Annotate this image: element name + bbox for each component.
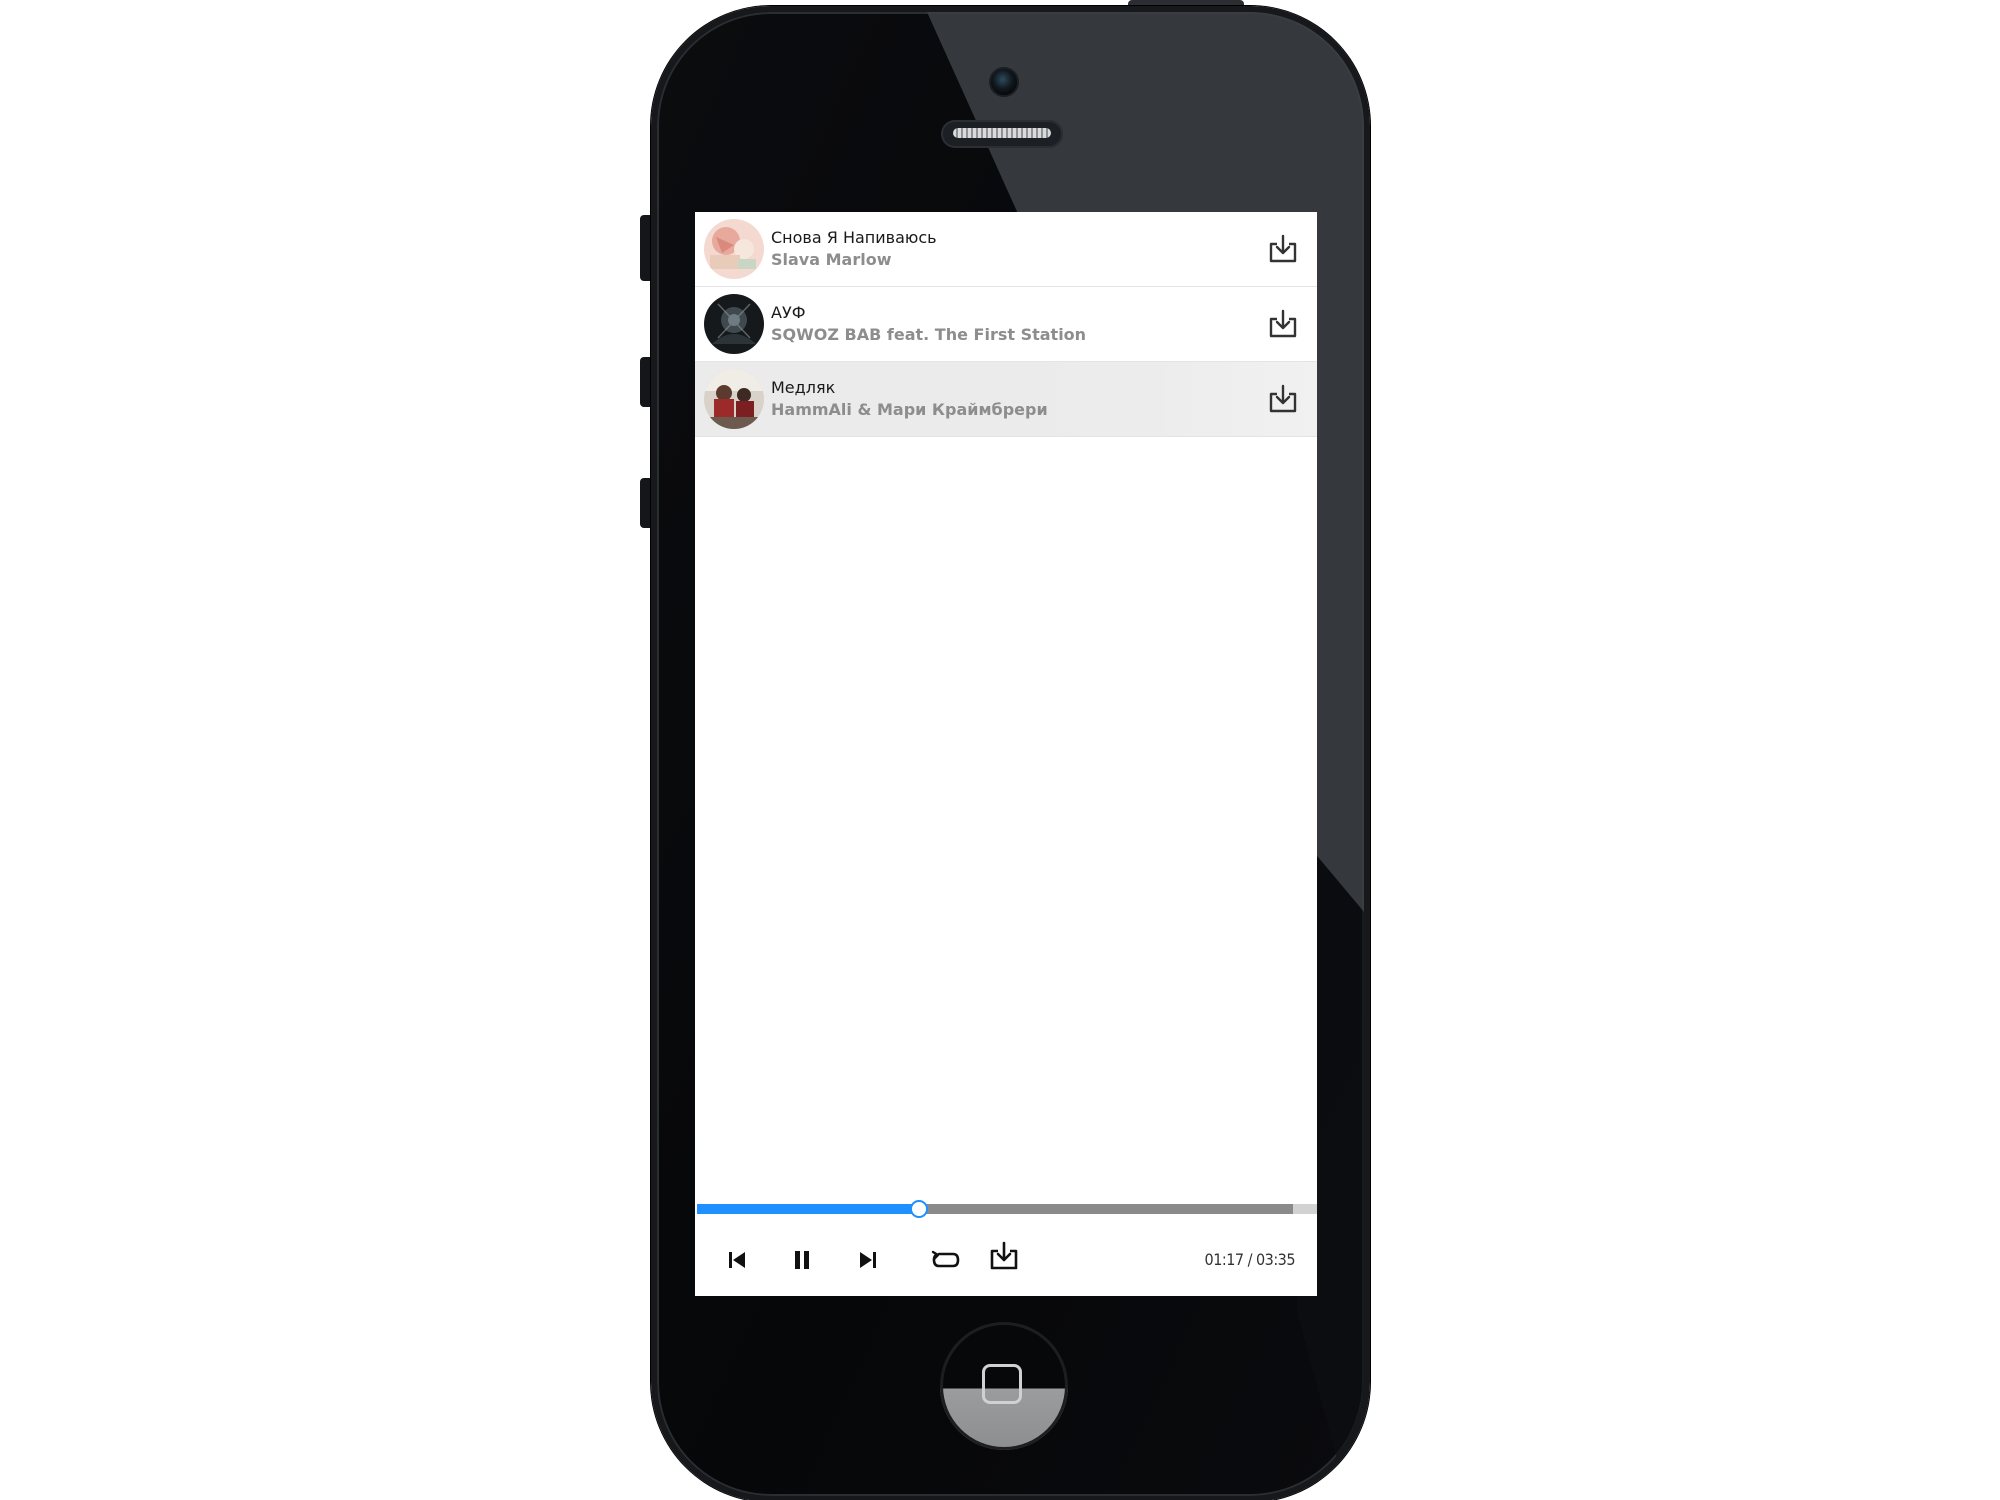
pause-icon [795, 1251, 809, 1269]
track-row-active[interactable]: Медляк HammAli & Мари Краймбрери [695, 362, 1317, 437]
audio-player: 01:17 / 03:35 [695, 1198, 1317, 1296]
track-artist: Slava Marlow [771, 250, 892, 269]
track-list: Снова Я Напиваюсь Slava Marlow АУФ SQWOZ… [695, 212, 1317, 437]
track-artist: HammAli & Мари Краймбрери [771, 400, 1048, 419]
album-cover-icon [704, 219, 764, 279]
earpiece-speaker [941, 120, 1063, 148]
download-icon [1269, 234, 1297, 263]
download-icon [990, 1241, 1018, 1270]
track-artist: SQWOZ BAB feat. The First Station [771, 325, 1087, 344]
skip-next-icon [860, 1252, 876, 1268]
stage: Снова Я Напиваюсь Slava Marlow АУФ SQWOZ… [0, 0, 2000, 1500]
repeat-button[interactable] [928, 1242, 964, 1278]
progress-bar[interactable] [697, 1198, 1317, 1218]
volume-up-button [640, 357, 650, 407]
track-text: Медляк HammAli & Мари Краймбрери [771, 377, 1263, 421]
mute-switch [640, 215, 650, 281]
track-row[interactable]: Снова Я Напиваюсь Slava Marlow [695, 212, 1317, 287]
player-download-button[interactable] [986, 1238, 1022, 1274]
home-button[interactable] [940, 1322, 1068, 1450]
album-cover-icon [704, 369, 764, 429]
track-row[interactable]: АУФ SQWOZ BAB feat. The First Station [695, 287, 1317, 362]
previous-button[interactable] [719, 1242, 755, 1278]
time-display: 01:17 / 03:35 [1204, 1250, 1296, 1269]
progress-buffer-end [1293, 1204, 1317, 1214]
next-button[interactable] [850, 1242, 886, 1278]
track-text: АУФ SQWOZ BAB feat. The First Station [771, 302, 1263, 346]
download-icon [1269, 309, 1297, 338]
pause-button[interactable] [784, 1242, 820, 1278]
skip-previous-icon [729, 1252, 745, 1268]
download-icon [1269, 384, 1297, 413]
download-button[interactable] [1263, 304, 1303, 344]
track-title: Медляк [771, 378, 836, 397]
album-cover-icon [704, 294, 764, 354]
download-button[interactable] [1263, 379, 1303, 419]
volume-down-button [640, 478, 650, 528]
home-square-icon [982, 1364, 1022, 1404]
download-button[interactable] [1263, 229, 1303, 269]
track-title: АУФ [771, 303, 806, 322]
front-camera [989, 67, 1019, 97]
progress-fill [697, 1204, 919, 1214]
track-text: Снова Я Напиваюсь Slava Marlow [771, 227, 1263, 271]
progress-thumb[interactable] [910, 1200, 928, 1218]
track-title: Снова Я Напиваюсь [771, 228, 937, 247]
phone-screen: Снова Я Напиваюсь Slava Marlow АУФ SQWOZ… [695, 212, 1317, 1296]
player-controls: 01:17 / 03:35 [695, 1234, 1317, 1286]
repeat-icon [931, 1250, 960, 1268]
